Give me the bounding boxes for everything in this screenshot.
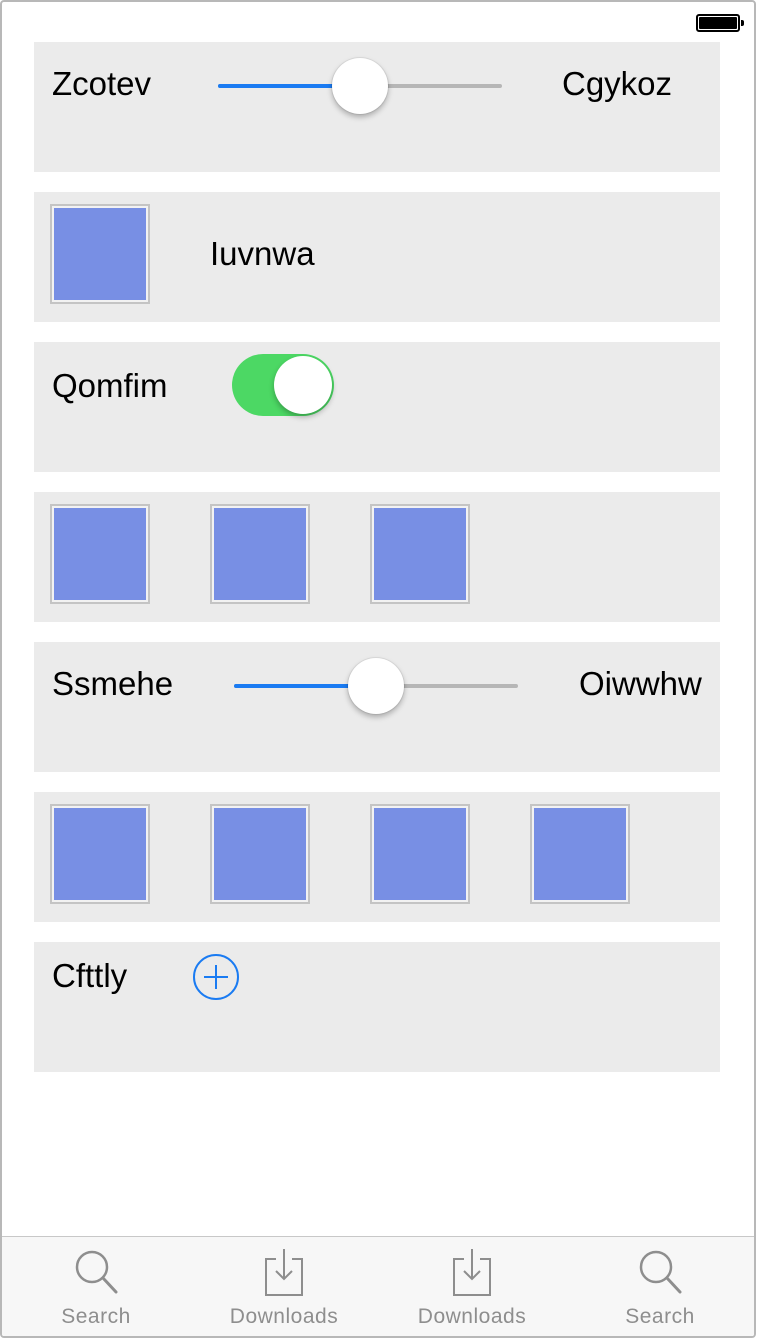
slider-min-label: Zcotev <box>52 65 152 102</box>
image-placeholder <box>50 804 150 904</box>
toggle-row: Qomfim <box>34 342 720 472</box>
battery-icon <box>696 14 744 32</box>
tab-search[interactable]: Search <box>2 1237 190 1336</box>
slider-row-1: Zcotev Cgykoz <box>34 42 720 172</box>
toggle-knob <box>274 356 332 414</box>
toggle-label: Qomfim <box>52 367 168 404</box>
tab-label: Search <box>625 1305 695 1328</box>
image-placeholder <box>530 804 630 904</box>
add-row-label: Cfttly <box>52 957 128 994</box>
image-placeholder <box>50 204 150 304</box>
image-row-4 <box>34 792 720 922</box>
slider-1-thumb[interactable] <box>332 58 388 114</box>
image-placeholder <box>50 504 150 604</box>
image-placeholder <box>370 804 470 904</box>
status-bar <box>2 2 754 42</box>
download-icon <box>453 1249 491 1296</box>
search-icon <box>639 1250 682 1294</box>
image-label-row: Iuvnwa <box>34 192 720 322</box>
tab-downloads[interactable]: Downloads <box>190 1237 378 1336</box>
tab-label: Downloads <box>229 1305 339 1328</box>
download-icon <box>265 1249 303 1296</box>
toggle-switch[interactable] <box>232 354 334 416</box>
slider-1[interactable] <box>218 58 502 114</box>
tab-bar: Search Downloads Downloads Search <box>2 1236 754 1336</box>
app-frame: Zcotev Cgykoz Iuvnwa Qomfim Ssmehe Oiwwh… <box>0 0 756 1338</box>
add-row: Cfttly <box>34 942 720 1072</box>
tab-search[interactable]: Search <box>566 1237 754 1336</box>
slider-row-2: Ssmehe Oiwwhw <box>34 642 720 772</box>
add-button[interactable] <box>193 954 239 1000</box>
image-placeholder <box>210 804 310 904</box>
tab-downloads[interactable]: Downloads <box>378 1237 566 1336</box>
search-icon <box>75 1250 118 1294</box>
image-row-label: Iuvnwa <box>210 235 315 272</box>
tab-label: Search <box>61 1305 131 1328</box>
slider-max-label: Oiwwhw <box>579 665 702 702</box>
slider-max-label: Cgykoz <box>562 65 673 102</box>
tab-label: Downloads <box>417 1305 527 1328</box>
image-placeholder <box>370 504 470 604</box>
slider-2[interactable] <box>234 658 518 714</box>
image-placeholder <box>210 504 310 604</box>
slider-min-label: Ssmehe <box>52 665 174 702</box>
slider-2-thumb[interactable] <box>348 658 404 714</box>
battery-level <box>699 17 737 29</box>
image-row-3 <box>34 492 720 622</box>
